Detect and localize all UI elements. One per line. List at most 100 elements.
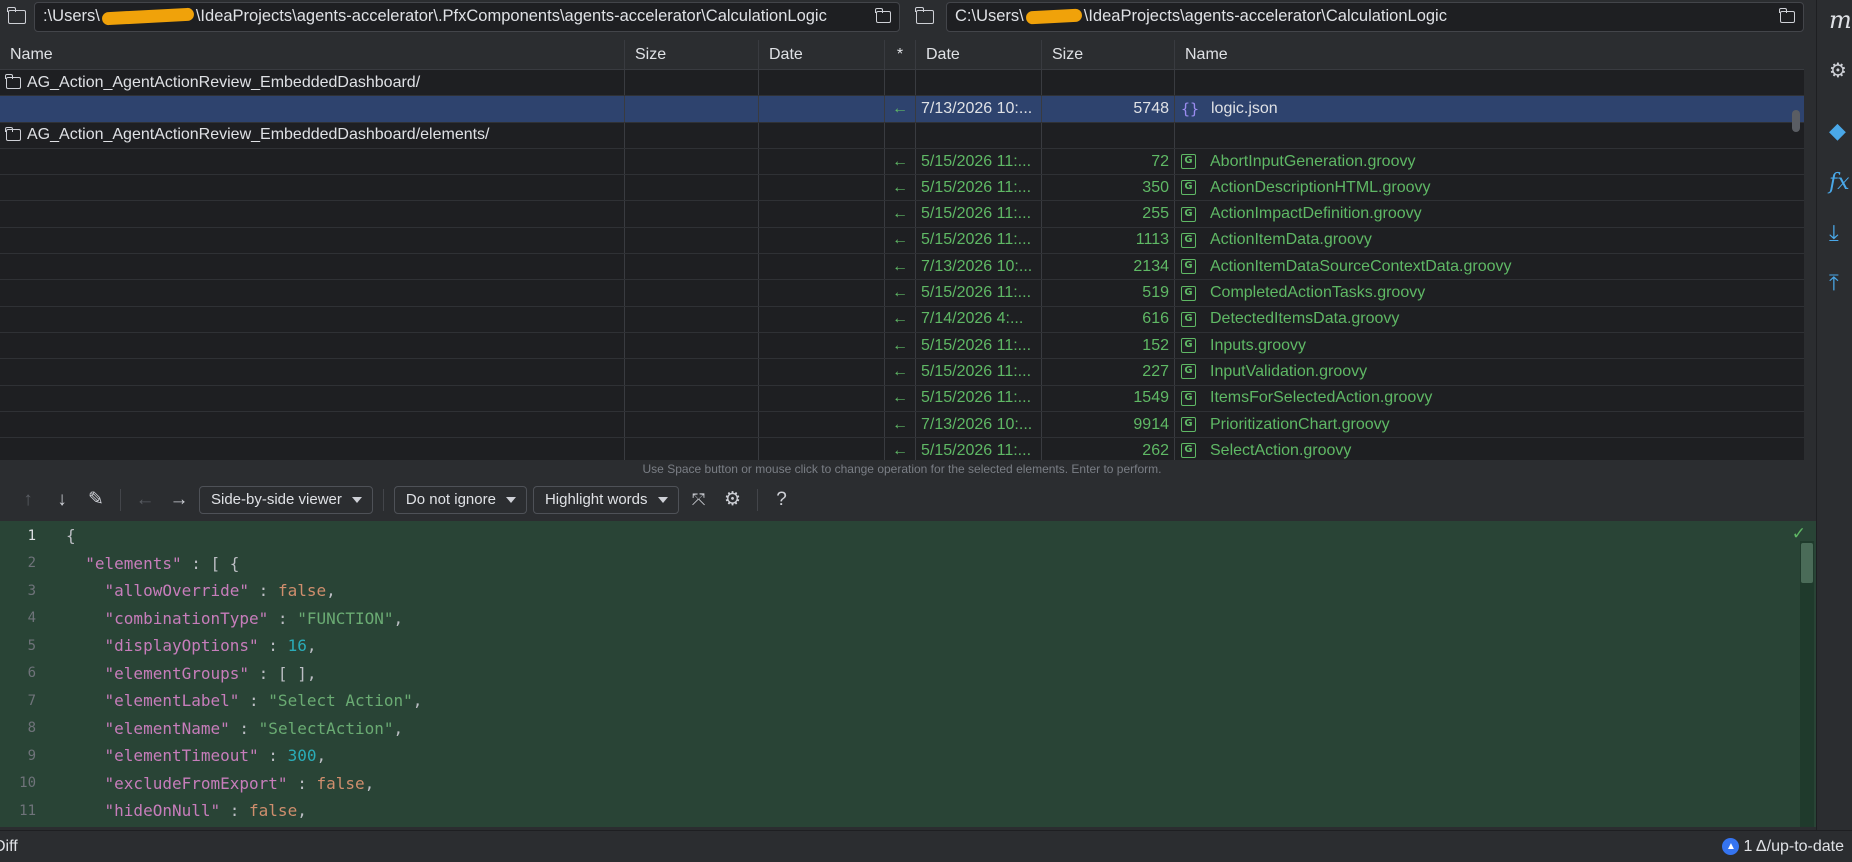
forward-arrow-icon[interactable]: → <box>165 486 193 514</box>
editor-scrollbar-track[interactable] <box>1800 541 1814 827</box>
right-path-field[interactable]: C:\Users\ \IdeaProjects\agents-accelerato… <box>946 1 1804 32</box>
help-icon[interactable]: ? <box>768 486 796 514</box>
code-text: "displayOptions" : 16, <box>36 636 317 656</box>
code-token: , <box>297 801 307 821</box>
right-path-bar: C:\Users\ \IdeaProjects\agents-accelerato… <box>908 0 1804 33</box>
table-row-directory[interactable]: AG_Action_AgentActionReview_EmbeddedDash… <box>0 122 1804 149</box>
back-arrow-icon[interactable]: ← <box>131 486 159 514</box>
copy-left-arrow-icon[interactable]: ← <box>892 231 908 249</box>
cube-icon[interactable]: ◆ <box>1829 118 1846 144</box>
viewer-mode-dropdown[interactable]: Side-by-side viewer <box>199 485 373 514</box>
copy-left-arrow-icon[interactable]: ← <box>892 258 908 276</box>
groovy-icon: G <box>1181 285 1196 301</box>
code-line: 1{ <box>0 522 1816 550</box>
browse-folder-icon[interactable] <box>1779 8 1795 23</box>
operation-cell[interactable]: ← <box>885 385 916 411</box>
table-scrollbar[interactable] <box>1792 110 1800 132</box>
left-path-field[interactable]: :\Users\ \IdeaProjects\agents-accelerator… <box>34 1 900 32</box>
copy-left-arrow-icon[interactable]: ← <box>892 389 908 407</box>
code-line: 7 "elementLabel" : "Select Action", <box>0 687 1816 715</box>
gear-icon[interactable]: ⚙ <box>719 486 747 514</box>
table-row[interactable]: ← 5/15/2026 11:... 152 G Inputs.groovy <box>0 332 1804 360</box>
delta-warning-icon: ▲ <box>1722 838 1740 855</box>
left-date-cell <box>759 254 885 280</box>
file-size: 5748 <box>1133 99 1169 117</box>
chevron-down-icon <box>505 496 516 503</box>
diff-toolbar: ↑ ↓ ✎ ← → Side-by-side viewer Do not ign… <box>0 481 1816 518</box>
table-row[interactable]: ← 5/15/2026 11:... 72 G AbortInputGeneration… <box>0 148 1804 176</box>
copy-left-arrow-icon[interactable]: ← <box>892 179 908 197</box>
code-token: : [ ], <box>249 663 317 683</box>
editor-scrollbar-thumb[interactable] <box>1801 543 1813 583</box>
highlight-mode-dropdown[interactable]: Highlight words <box>532 485 679 514</box>
download-icon[interactable]: ⤓ <box>1829 220 1839 246</box>
copy-left-arrow-icon[interactable]: ← <box>892 442 908 460</box>
table-row[interactable]: ← 5/15/2026 11:... 350 G ActionDescriptionHT… <box>0 175 1804 202</box>
col-operation[interactable]: * <box>885 40 916 70</box>
toolbar-separator <box>120 488 121 511</box>
right-name-cell: G ActionItemData.groovy <box>1175 228 1804 253</box>
operation-cell[interactable] <box>885 122 916 148</box>
right-folder-icon[interactable] <box>908 0 942 33</box>
copy-left-arrow-icon[interactable]: ← <box>892 363 908 381</box>
table-row[interactable]: ← 5/15/2026 11:... 1549 G ItemsForSelectedAc… <box>0 385 1804 412</box>
previous-difference-icon[interactable]: ↑ <box>14 486 42 514</box>
table-row[interactable]: ← 5/15/2026 11:... 255 G ActionImpactDefinit… <box>0 201 1804 228</box>
left-name-cell <box>0 306 625 332</box>
collapse-unchanged-icon[interactable]: ⤧ <box>685 486 713 514</box>
table-row[interactable]: ← 7/13/2026 10:... 9914 G PrioritizationChar… <box>0 411 1804 439</box>
table-row-directory[interactable]: AG_Action_AgentActionReview_EmbeddedDash… <box>0 70 1804 97</box>
copy-left-arrow-icon[interactable]: ← <box>892 337 908 355</box>
col-left-name[interactable]: Name <box>0 40 625 70</box>
left-date-cell <box>759 227 885 254</box>
m-logo-icon[interactable]: m <box>1829 6 1852 34</box>
operation-cell[interactable]: ← <box>885 254 916 280</box>
table-row[interactable]: ← 5/15/2026 11:... 519 G CompletedActionTask… <box>0 280 1804 307</box>
copy-left-arrow-icon[interactable]: ← <box>892 205 908 223</box>
right-date-cell: 5/15/2026 11:... <box>916 280 1042 306</box>
plugin-icon[interactable]: ⚙ <box>1829 58 1847 83</box>
operation-cell[interactable]: ← <box>885 306 916 332</box>
next-difference-icon[interactable]: ↓ <box>48 486 76 514</box>
line-number: 3 <box>27 582 36 599</box>
operation-cell[interactable]: ← <box>885 280 916 306</box>
right-tool-rail: m ⚙ ◆ fx ⤓ ⤒ <box>1816 0 1852 830</box>
diff-editor[interactable]: 1{2 "elements" : [ {3 "allowOverride" : … <box>0 521 1816 827</box>
copy-left-arrow-icon[interactable]: ← <box>892 284 908 302</box>
operation-cell[interactable]: ← <box>885 148 916 175</box>
operation-cell[interactable]: ← <box>885 411 916 438</box>
browse-folder-icon[interactable] <box>875 8 891 23</box>
col-left-size[interactable]: Size <box>625 40 759 70</box>
right-date-cell: 7/13/2026 10:... <box>916 411 1042 438</box>
operation-cell[interactable]: ← <box>885 175 916 201</box>
col-right-date[interactable]: Date <box>916 40 1042 70</box>
table-row[interactable]: ← 7/13/2026 10:... 5748 {} logic.json <box>0 96 1804 123</box>
whitespace-ignore-dropdown[interactable]: Do not ignore <box>393 485 527 514</box>
table-row[interactable]: ← 5/15/2026 11:... 227 G InputValidation.gro… <box>0 359 1804 386</box>
operation-cell[interactable]: ← <box>885 227 916 254</box>
function-icon[interactable]: fx <box>1829 170 1850 195</box>
table-row[interactable]: ← 7/14/2026 4:... 616 G DetectedItemsData.gr… <box>0 306 1804 333</box>
operation-cell[interactable]: ← <box>885 332 916 359</box>
table-row[interactable]: ← 5/15/2026 11:... 1113 G ActionItemData.gro… <box>0 227 1804 255</box>
copy-left-arrow-icon[interactable]: ← <box>892 416 908 434</box>
table-row[interactable]: ← 5/15/2026 11:... 262 G SelectAction.groovy <box>0 438 1804 460</box>
operation-cell[interactable] <box>885 70 916 96</box>
table-row[interactable]: ← 7/13/2026 10:... 2134 G ActionItemDataSour… <box>0 254 1804 281</box>
left-folder-icon[interactable] <box>0 0 34 33</box>
col-right-name[interactable]: Name <box>1175 40 1804 70</box>
status-vcs-summary[interactable]: ▲ 1 Δ/up-to-date <box>1722 838 1844 856</box>
operation-cell[interactable]: ← <box>885 359 916 385</box>
copy-left-arrow-icon[interactable]: ← <box>892 100 908 118</box>
operation-cell[interactable]: ← <box>885 201 916 227</box>
edit-pencil-icon[interactable]: ✎ <box>82 486 110 514</box>
operation-cell[interactable]: ← <box>885 438 916 460</box>
copy-left-arrow-icon[interactable]: ← <box>892 153 908 171</box>
col-left-date[interactable]: Date <box>759 40 885 70</box>
operation-cell[interactable]: ← <box>885 96 916 122</box>
col-right-size[interactable]: Size <box>1042 40 1175 70</box>
upload-icon[interactable]: ⤒ <box>1829 270 1839 296</box>
code-token: "displayOptions" <box>104 636 259 656</box>
copy-left-arrow-icon[interactable]: ← <box>892 310 908 328</box>
file-size: 9914 <box>1133 415 1169 433</box>
